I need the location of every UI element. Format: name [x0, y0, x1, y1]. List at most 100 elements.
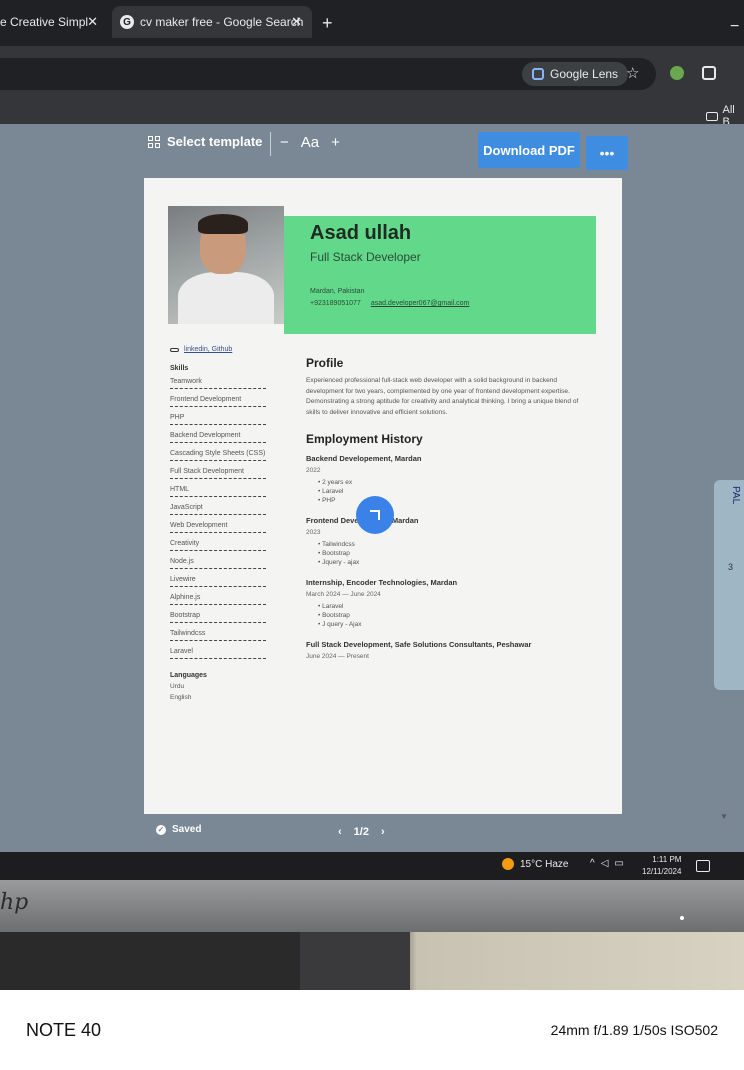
network-icon[interactable]: ▭ — [614, 858, 623, 869]
tab-label: cv maker free - Google Search — [140, 15, 304, 29]
weather-widget[interactable]: 15°C Haze — [502, 858, 568, 870]
download-pdf-button[interactable]: Download PDF — [478, 132, 580, 168]
job-bullets: 2 years ex Laravel PHP — [306, 479, 586, 504]
extensions-puzzle-icon[interactable] — [702, 66, 716, 80]
extension-icon[interactable] — [670, 66, 684, 80]
prev-page-button[interactable]: ‹ — [338, 826, 342, 838]
volume-icon[interactable]: ◁ — [601, 858, 609, 869]
font-label: Aa — [300, 134, 320, 151]
skill-level — [170, 568, 266, 570]
bookmark-star-icon[interactable]: ☆ — [626, 64, 639, 82]
taskbar-clock[interactable]: 1:11 PM 12/11/2024 — [642, 854, 681, 878]
job-entry: Frontend Development, Mardan 2023 Tailwi… — [306, 516, 586, 566]
grid-icon — [148, 135, 160, 148]
job-bullet: Bootstrap — [318, 550, 586, 557]
job-bullet: Laravel — [318, 488, 586, 495]
google-icon: G — [120, 15, 134, 29]
skill-level — [170, 442, 266, 444]
clock-date: 12/11/2024 — [642, 867, 682, 876]
skill-level — [170, 496, 266, 498]
job-date: 2023 — [306, 529, 321, 536]
skill-level — [170, 550, 266, 552]
resume-header: Asad ullah Full Stack Developer Mardan, … — [284, 216, 596, 334]
tab-creative-simple[interactable]: e Creative Simpl ✕ — [0, 6, 108, 38]
weather-label: 15°C Haze — [520, 858, 569, 870]
job-date: 2022 — [306, 467, 321, 474]
resume-location: Mardan, Pakistan — [310, 288, 365, 295]
skill-item: Frontend Development — [170, 396, 242, 403]
font-increase-button[interactable]: + — [331, 134, 340, 151]
page-navigation: ‹ 1/2 › — [338, 826, 385, 838]
skill-level — [170, 406, 266, 408]
skill-level — [170, 460, 266, 462]
browser-tab-strip: e Creative Simpl ✕ G cv maker free - Goo… — [0, 0, 744, 46]
save-status-label: Saved — [172, 824, 202, 835]
skill-level — [170, 532, 266, 534]
skill-item: Alphine.js — [170, 594, 201, 601]
resume-sidebar: linkedin, Github Skills Teamwork Fronten… — [170, 346, 270, 701]
address-bar[interactable]: Google Lens ☆ — [0, 58, 656, 90]
profile-text: Experienced professional full-stack web … — [306, 377, 579, 416]
language-item: Urdu — [170, 683, 185, 690]
resume-email[interactable]: asad.developer067@gmail.com — [371, 300, 470, 307]
weather-icon — [502, 858, 514, 870]
select-template-button[interactable]: Select template — [148, 134, 262, 149]
tab-label: e Creative Simpl — [0, 15, 89, 29]
font-size-controls: − Aa + — [280, 134, 340, 151]
skill-level — [170, 622, 266, 624]
camera-exif: 24mm f/1.89 1/50s ISO502 — [550, 1022, 718, 1038]
skill-item: Teamwork — [170, 378, 202, 385]
resume-contact: +923189051077 asad.developer067@gmail.co… — [310, 300, 469, 307]
new-tab-button[interactable]: + — [322, 14, 333, 32]
font-decrease-button[interactable]: − — [280, 134, 289, 151]
tab-google-search[interactable]: G cv maker free - Google Search ✕ — [112, 6, 312, 38]
skill-level — [170, 586, 266, 588]
job-bullet: Jquery - ajax — [318, 559, 586, 566]
close-icon[interactable]: ✕ — [291, 14, 302, 30]
job-bullet: Bootstrap — [318, 612, 586, 619]
language-item: English — [170, 694, 192, 701]
job-bullet: Laravel — [318, 603, 586, 610]
lens-icon — [532, 68, 544, 80]
skill-level — [170, 604, 266, 606]
resume-page[interactable]: Asad ullah Full Stack Developer Mardan, … — [144, 178, 622, 814]
skill-item: Bootstrap — [170, 612, 200, 619]
save-status: ✓ Saved — [156, 824, 201, 835]
job-entry: Full Stack Development, Safe Solutions C… — [306, 640, 586, 660]
editor-toolbar: Select template − Aa + Download PDF ••• — [0, 124, 744, 176]
resume-name: Asad ullah — [310, 222, 412, 244]
close-icon[interactable]: ✕ — [87, 14, 98, 30]
links-text: linkedin, Github — [184, 346, 233, 353]
chevron-up-icon[interactable]: ^ — [590, 858, 595, 869]
monitor-stand — [300, 932, 410, 990]
google-lens-button[interactable]: Google Lens — [522, 62, 629, 86]
skill-item: Laravel — [170, 648, 193, 655]
resume-links[interactable]: linkedin, Github — [170, 346, 270, 353]
next-page-button[interactable]: › — [381, 826, 385, 838]
scroll-down-icon[interactable]: ▼ — [720, 812, 728, 821]
job-bullet: 2 years ex — [318, 479, 586, 486]
skill-item: JavaScript — [170, 504, 203, 511]
minimize-button[interactable]: − — [730, 18, 739, 36]
skill-item: Cascading Style Sheets (CSS) — [170, 450, 266, 457]
job-date: June 2024 — Present — [306, 653, 369, 660]
job-title: Full Stack Development, Safe Solutions C… — [306, 640, 532, 649]
skill-item: Full Stack Development — [170, 468, 244, 475]
photo-frame: e Creative Simpl ✕ G cv maker free - Goo… — [0, 0, 744, 990]
skill-level — [170, 424, 266, 426]
browser-toolbar: Google Lens ☆ — [0, 46, 744, 100]
side-panel-tab[interactable]: PAL 3 — [714, 480, 744, 690]
skill-level — [170, 658, 266, 660]
skill-item: Backend Development — [170, 432, 241, 439]
system-tray[interactable]: ^ ◁ ▭ — [590, 858, 624, 869]
skill-level — [170, 514, 266, 516]
resume-phone: +923189051077 — [310, 300, 361, 307]
profile-heading: Profile — [306, 356, 344, 370]
job-title: Frontend Development, Mardan — [306, 516, 419, 525]
check-icon: ✓ — [156, 824, 166, 835]
skill-item: HTML — [170, 486, 190, 493]
expand-icon[interactable] — [356, 496, 394, 534]
more-options-button[interactable]: ••• — [586, 136, 628, 170]
bookmarks-bar: All B — [0, 100, 744, 128]
notification-icon[interactable] — [696, 860, 710, 872]
